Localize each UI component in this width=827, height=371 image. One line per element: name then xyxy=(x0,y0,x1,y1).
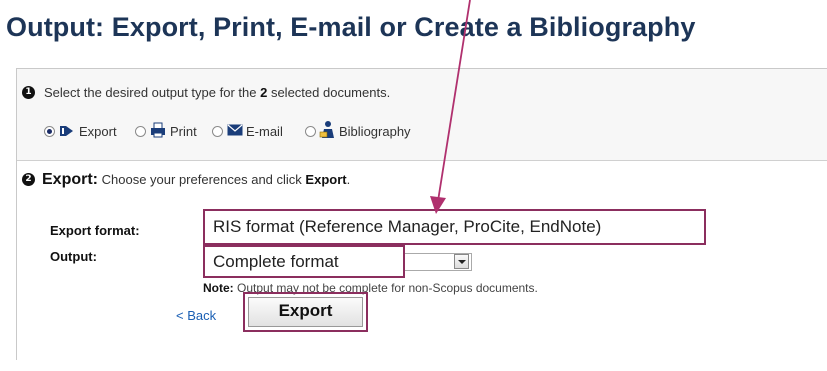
annotation-arrow xyxy=(430,0,471,214)
annotation-arrow-line xyxy=(437,0,471,202)
annotation-arrow-head xyxy=(430,196,446,214)
